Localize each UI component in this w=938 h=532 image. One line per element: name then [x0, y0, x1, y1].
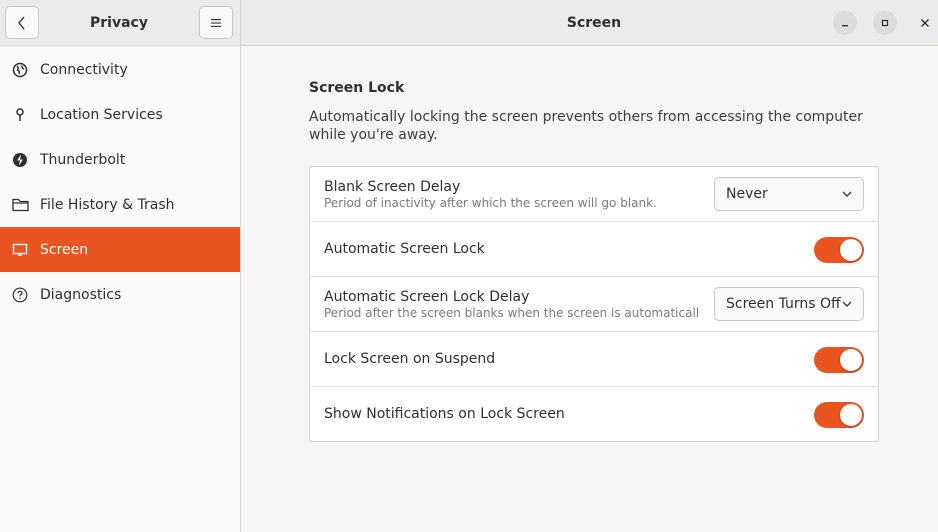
row-subtitle: Period of inactivity after which the scr…	[324, 196, 657, 210]
show-notifications-row: Show Notifications on Lock Screen	[310, 387, 878, 442]
row-title: Automatic Screen Lock	[324, 241, 485, 257]
row-title: Lock Screen on Suspend	[324, 351, 496, 367]
section-title: Screen Lock	[309, 80, 405, 96]
back-button[interactable]	[5, 6, 39, 39]
folder-icon	[11, 196, 29, 214]
dropdown-value: Screen Turns Off	[726, 296, 841, 312]
sidebar: Connectivity Location Services Thunderbo…	[0, 47, 240, 532]
row-subtitle: Period after the screen blanks when the …	[324, 306, 700, 320]
sidebar-item-label: File History & Trash	[40, 196, 175, 213]
hamburger-menu-icon	[211, 18, 221, 27]
row-title: Automatic Screen Lock Delay	[324, 289, 530, 305]
sidebar-item-label: Location Services	[40, 106, 163, 123]
show-notifications-toggle[interactable]	[814, 402, 864, 428]
toggle-knob	[840, 404, 862, 426]
sidebar-item-thunderbolt[interactable]: Thunderbolt	[0, 137, 240, 182]
main-header: Screen	[241, 0, 938, 46]
sidebar-item-label: Diagnostics	[40, 286, 122, 303]
sidebar-header: Privacy	[0, 0, 240, 46]
blank-screen-delay-row: Blank Screen Delay Period of inactivity …	[310, 167, 878, 222]
screen-settings-page: Screen Lock Automatically locking the sc…	[241, 47, 938, 532]
lock-screen-on-suspend-toggle[interactable]	[814, 347, 864, 373]
maximize-button[interactable]	[873, 11, 897, 35]
chevron-down-icon	[842, 301, 852, 307]
automatic-screen-lock-delay-dropdown[interactable]: Screen Turns Off	[714, 287, 864, 321]
minimize-button[interactable]	[833, 11, 857, 35]
back-chevron-icon	[18, 16, 25, 29]
close-button[interactable]	[913, 11, 937, 35]
lock-screen-on-suspend-row: Lock Screen on Suspend	[310, 332, 878, 387]
sidebar-item-label: Thunderbolt	[40, 151, 126, 168]
automatic-screen-lock-delay-row: Automatic Screen Lock Delay Period after…	[310, 277, 878, 332]
maximize-icon	[881, 19, 889, 27]
sidebar-item-diagnostics[interactable]: Diagnostics	[0, 272, 240, 317]
location-pin-icon	[11, 106, 29, 124]
screen-lock-panel: Blank Screen Delay Period of inactivity …	[309, 166, 879, 442]
menu-button[interactable]	[199, 6, 233, 39]
sidebar-item-connectivity[interactable]: Connectivity	[0, 47, 240, 92]
sidebar-item-label: Screen	[40, 241, 89, 258]
help-circle-icon	[11, 286, 29, 304]
section-description: Automatically locking the screen prevent…	[309, 109, 863, 143]
monitor-icon	[11, 241, 29, 259]
sidebar-item-location-services[interactable]: Location Services	[0, 92, 240, 137]
globe-icon	[11, 61, 29, 79]
row-title: Blank Screen Delay	[324, 179, 461, 195]
thunderbolt-icon	[11, 151, 29, 169]
sidebar-item-file-history-trash[interactable]: File History & Trash	[0, 182, 240, 227]
minimize-icon	[842, 25, 848, 27]
dropdown-value: Never	[726, 186, 768, 202]
sidebar-item-label: Connectivity	[40, 61, 128, 78]
blank-screen-delay-dropdown[interactable]: Never	[714, 177, 864, 211]
toggle-knob	[840, 239, 862, 261]
toggle-knob	[840, 349, 862, 371]
chevron-down-icon	[842, 191, 852, 197]
automatic-screen-lock-toggle[interactable]	[814, 237, 864, 263]
close-icon	[921, 19, 929, 27]
sidebar-item-screen[interactable]: Screen	[0, 227, 240, 272]
row-title: Show Notifications on Lock Screen	[324, 406, 565, 422]
automatic-screen-lock-row: Automatic Screen Lock	[310, 222, 878, 277]
sidebar-title: Privacy	[90, 15, 148, 31]
